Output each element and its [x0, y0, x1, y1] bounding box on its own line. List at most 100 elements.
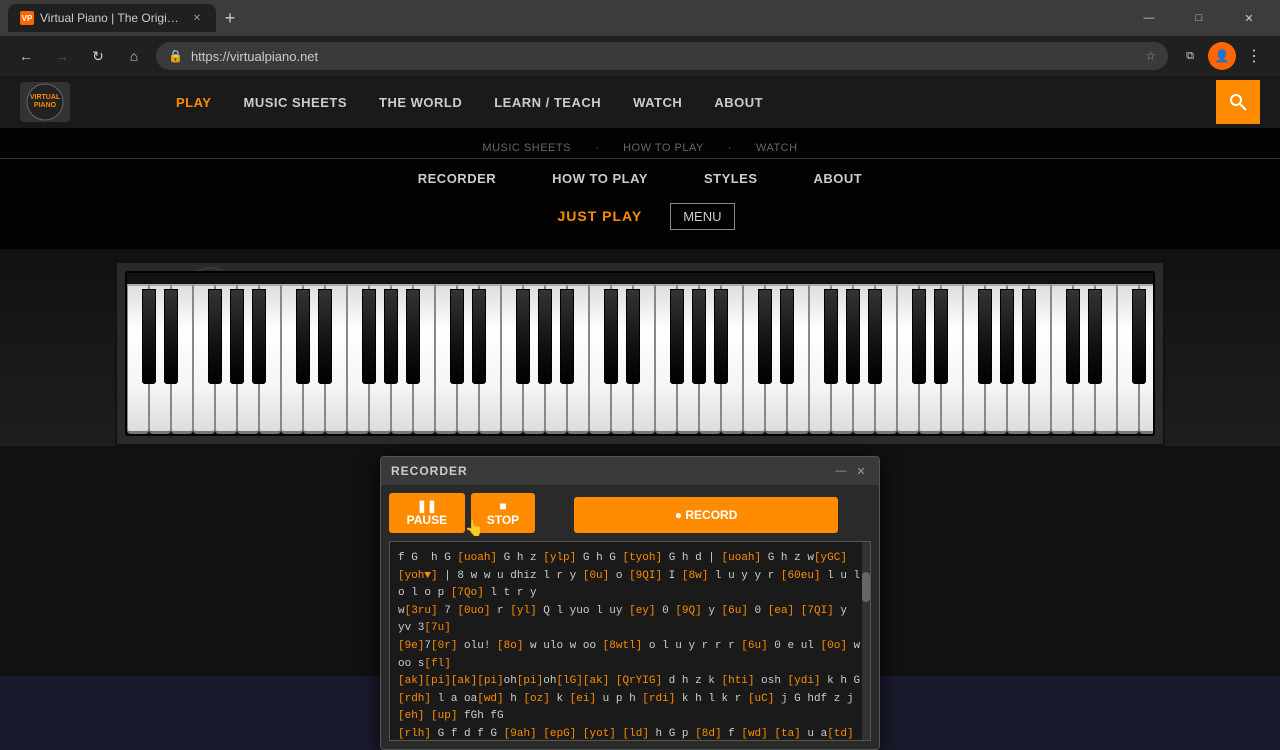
recorder-scrollbar[interactable] — [862, 542, 870, 740]
tab-close-button[interactable]: ✕ — [190, 11, 204, 25]
minimize-button[interactable]: — — [1126, 4, 1172, 32]
maximize-button[interactable]: □ — [1176, 4, 1222, 32]
recorder-text-area[interactable]: f G h G [uoah] G h z [ylp] G h G [tyoh] … — [389, 541, 871, 741]
bracket-span: [ea] — [768, 605, 794, 617]
dropdown-recorder[interactable]: RECORDER — [410, 167, 504, 190]
black-key[interactable] — [1088, 289, 1102, 384]
bracket-span: [0o] — [821, 640, 847, 652]
extensions-button[interactable]: ⧉ — [1176, 42, 1204, 70]
black-key[interactable] — [252, 289, 266, 384]
black-key[interactable] — [230, 289, 244, 384]
black-key[interactable] — [1154, 289, 1155, 384]
lock-icon: 🔒 — [168, 49, 183, 63]
bracket-span: [td] — [827, 728, 853, 740]
nav-the-world[interactable]: THE WORLD — [363, 76, 478, 128]
forward-button[interactable]: → — [48, 42, 76, 70]
record-button[interactable]: ● RECORD — [574, 497, 838, 533]
recorder-minimize-button[interactable]: — — [833, 463, 849, 479]
piano-keys-area — [125, 271, 1155, 436]
black-key[interactable] — [362, 289, 376, 384]
bracket-span: [ak] — [583, 675, 609, 687]
dropdown-just-play[interactable]: JUST PLAY — [545, 202, 654, 230]
bracket-span: [9ah] — [504, 728, 537, 740]
dropdown-styles[interactable]: STYLES — [696, 167, 766, 190]
nav-watch[interactable]: WATCH — [617, 76, 698, 128]
nav-about[interactable]: ABOUT — [698, 76, 779, 128]
bracket-span: [wd] — [477, 693, 503, 705]
black-key[interactable] — [516, 289, 530, 384]
site-navigation: PLAY MUSIC SHEETS THE WORLD LEARN / TEAC… — [160, 76, 1196, 128]
nav-learn-teach[interactable]: LEARN / TEACH — [478, 76, 617, 128]
recorder-scrollbar-thumb[interactable] — [862, 572, 870, 602]
site-header: VIRTUAL PIANO PLAY MUSIC SHEETS THE WORL… — [0, 76, 1280, 128]
black-key[interactable] — [604, 289, 618, 384]
black-key[interactable] — [714, 289, 728, 384]
black-key[interactable] — [318, 289, 332, 384]
bracket-span: [0r] — [431, 640, 457, 652]
bracket-span: [60eu] — [781, 570, 821, 582]
black-key[interactable] — [692, 289, 706, 384]
bracket-span: [oz] — [523, 693, 549, 705]
recorder-close-button[interactable]: ✕ — [853, 463, 869, 479]
back-button[interactable]: ← — [12, 42, 40, 70]
dropdown-menu-btn[interactable]: MENU — [670, 203, 734, 230]
black-key[interactable] — [626, 289, 640, 384]
black-key[interactable] — [868, 289, 882, 384]
black-key[interactable] — [978, 289, 992, 384]
nav-music-sheets[interactable]: MUSIC SHEETS — [227, 76, 363, 128]
bracket-span: [uoah] — [457, 552, 497, 564]
svg-text:VIRTUAL: VIRTUAL — [29, 94, 60, 101]
black-key[interactable] — [758, 289, 772, 384]
black-key[interactable] — [208, 289, 222, 384]
black-key[interactable] — [450, 289, 464, 384]
nav-play[interactable]: PLAY — [160, 76, 227, 128]
bracket-span: [yGC] — [814, 552, 847, 564]
black-key[interactable] — [384, 289, 398, 384]
reload-button[interactable]: ↻ — [84, 42, 112, 70]
black-key[interactable] — [934, 289, 948, 384]
dropdown-about[interactable]: ABOUT — [806, 167, 871, 190]
black-key[interactable] — [472, 289, 486, 384]
black-key[interactable] — [296, 289, 310, 384]
black-key[interactable] — [538, 289, 552, 384]
black-key[interactable] — [560, 289, 574, 384]
tab-bar: VP Virtual Piano | The Original ✕ + — [8, 0, 1122, 36]
site-search-button[interactable] — [1216, 80, 1260, 124]
bracket-span: [9Q] — [675, 605, 701, 617]
bracket-span: [pi] — [424, 675, 450, 687]
bracket-span: [ydi] — [788, 675, 821, 687]
black-key[interactable] — [1132, 289, 1146, 384]
bracket-span: [lG] — [556, 675, 582, 687]
address-box[interactable]: 🔒 https://virtualpiano.net ☆ — [156, 42, 1168, 70]
pause-button[interactable]: ❚❚ PAUSE — [389, 493, 465, 533]
bracket-span: [ei] — [570, 693, 596, 705]
bracket-span: [ta] — [774, 728, 800, 740]
star-icon[interactable]: ☆ — [1145, 49, 1156, 63]
dropdown-how-to-play[interactable]: HOW TO PLAY — [544, 167, 656, 190]
profile-icon[interactable]: 👤 — [1208, 42, 1236, 70]
close-button[interactable]: ✕ — [1226, 4, 1272, 32]
recorder-text-content: f G h G [uoah] G h z [ylp] G h G [tyoh] … — [398, 550, 862, 741]
site-logo[interactable]: VIRTUAL PIANO — [20, 82, 140, 122]
browser-addressbar: ← → ↻ ⌂ 🔒 https://virtualpiano.net ☆ ⧉ 👤… — [0, 36, 1280, 76]
home-button[interactable]: ⌂ — [120, 42, 148, 70]
menu-button[interactable]: ⋮ — [1240, 42, 1268, 70]
black-key[interactable] — [912, 289, 926, 384]
black-key[interactable] — [824, 289, 838, 384]
active-tab[interactable]: VP Virtual Piano | The Original ✕ — [8, 4, 216, 32]
black-key[interactable] — [1022, 289, 1036, 384]
black-key[interactable] — [670, 289, 684, 384]
dropdown-row: RECORDER HOW TO PLAY STYLES ABOUT — [0, 159, 1280, 198]
black-key[interactable] — [142, 289, 156, 384]
black-key[interactable] — [1066, 289, 1080, 384]
black-key[interactable] — [846, 289, 860, 384]
new-tab-button[interactable]: + — [216, 4, 244, 32]
black-key[interactable] — [164, 289, 178, 384]
bracket-span: [up] — [431, 710, 457, 722]
black-key[interactable] — [406, 289, 420, 384]
black-key[interactable] — [1000, 289, 1014, 384]
black-key[interactable] — [780, 289, 794, 384]
logo-image: VIRTUAL PIANO — [20, 82, 70, 122]
recorder-window-buttons: — ✕ — [833, 463, 869, 479]
bracket-span: [yl] — [510, 605, 536, 617]
